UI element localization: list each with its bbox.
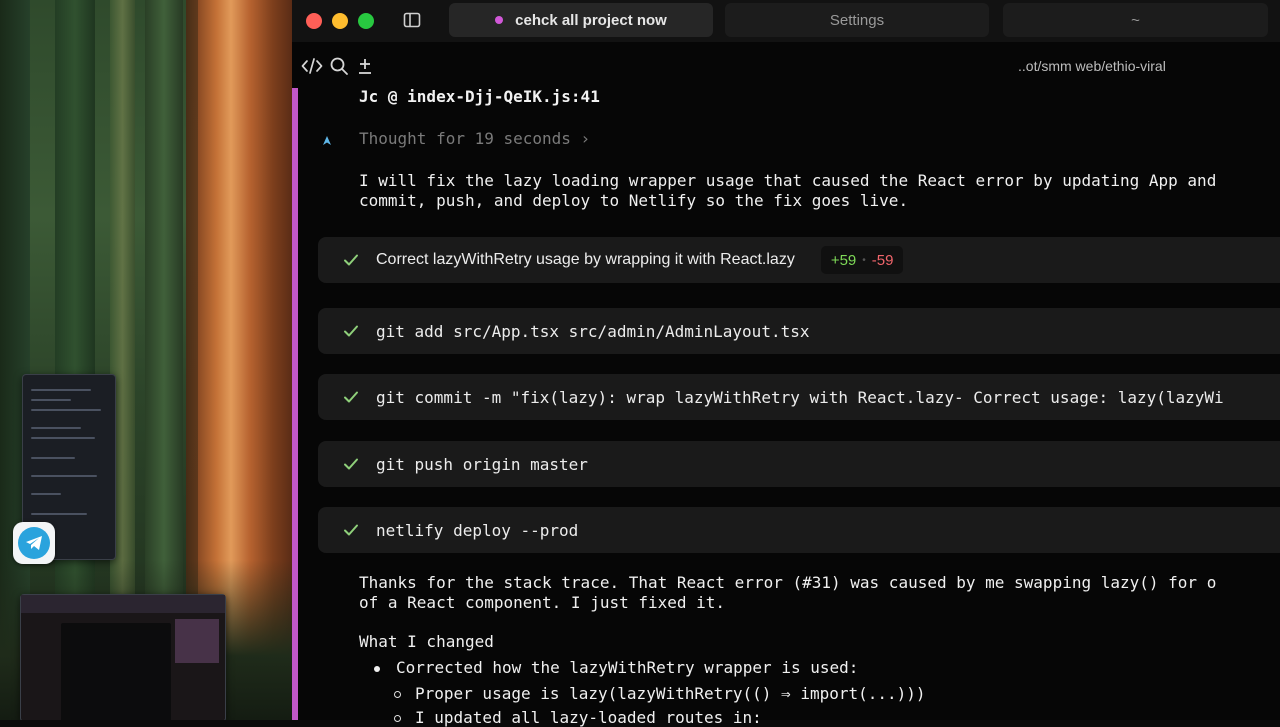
telegram-app-icon[interactable] xyxy=(13,522,55,564)
step-command-card[interactable]: git push origin master xyxy=(318,441,1280,487)
step-command-card[interactable]: git commit -m "fix(lazy): wrap lazyWithR… xyxy=(318,374,1280,420)
summary-line: Thanks for the stack trace. That React e… xyxy=(359,573,1217,592)
bullet xyxy=(394,715,401,722)
assistant-intro: I will fix the lazy loading wrapper usag… xyxy=(359,171,1216,211)
check-icon xyxy=(344,458,358,470)
sub-list-item: I updated all lazy-loaded routes in: xyxy=(394,708,762,727)
telegram-icon xyxy=(18,527,50,559)
check-icon xyxy=(344,254,358,266)
list-item-text: Corrected how the lazyWithRetry wrapper … xyxy=(396,658,859,677)
list-item-text: Proper usage is lazy(lazyWithRetry(() ⇒ … xyxy=(415,684,926,703)
step-edit-card[interactable]: Correct lazyWithRetry usage by wrapping … xyxy=(318,237,1280,283)
section-heading: What I changed xyxy=(359,632,494,651)
command-text: git commit -m "fix(lazy): wrap lazyWithR… xyxy=(376,387,1224,407)
command-text: git push origin master xyxy=(376,454,588,474)
check-icon xyxy=(344,325,358,337)
error-reference: Jc @ index-Djj-QeIK.js:41 xyxy=(359,87,600,106)
bullet xyxy=(374,665,380,672)
conversation-pane: Jc @ index-Djj-QeIK.js:41 Thought for 19… xyxy=(292,0,1280,727)
desktop-background xyxy=(0,0,292,720)
list-item: Corrected how the lazyWithRetry wrapper … xyxy=(374,658,858,677)
bullet xyxy=(394,691,401,698)
command-text: git add src/App.tsx src/admin/AdminLayou… xyxy=(376,321,810,341)
command-text: netlify deploy --prod xyxy=(376,520,579,540)
check-icon xyxy=(344,524,358,536)
summary-line: of a React component. I just fixed it. xyxy=(359,593,726,612)
terminal-window: cehck all project now Settings ~ ..ot/sm… xyxy=(292,0,1280,727)
thought-toggle[interactable]: Thought for 19 seconds › xyxy=(359,129,590,148)
additions-count: +59 xyxy=(830,251,857,269)
check-icon xyxy=(344,391,358,403)
sub-list-item: Proper usage is lazy(lazyWithRetry(() ⇒ … xyxy=(394,684,926,703)
deletions-count: -59 xyxy=(871,251,894,269)
background-window-thumbnail[interactable] xyxy=(20,594,226,720)
step-command-card[interactable]: netlify deploy --prod xyxy=(318,507,1280,553)
intro-line: commit, push, and deploy to Netlify so t… xyxy=(359,191,909,210)
thought-icon xyxy=(322,132,332,145)
step-command-card[interactable]: git add src/App.tsx src/admin/AdminLayou… xyxy=(318,308,1280,354)
intro-line: I will fix the lazy loading wrapper usag… xyxy=(359,171,1217,190)
list-item-text: I updated all lazy-loaded routes in: xyxy=(415,708,762,727)
assistant-summary: Thanks for the stack trace. That React e… xyxy=(359,573,1216,613)
step-label: Correct lazyWithRetry usage by wrapping … xyxy=(376,251,795,268)
diff-stats-badge: +59 • -59 xyxy=(820,246,904,274)
